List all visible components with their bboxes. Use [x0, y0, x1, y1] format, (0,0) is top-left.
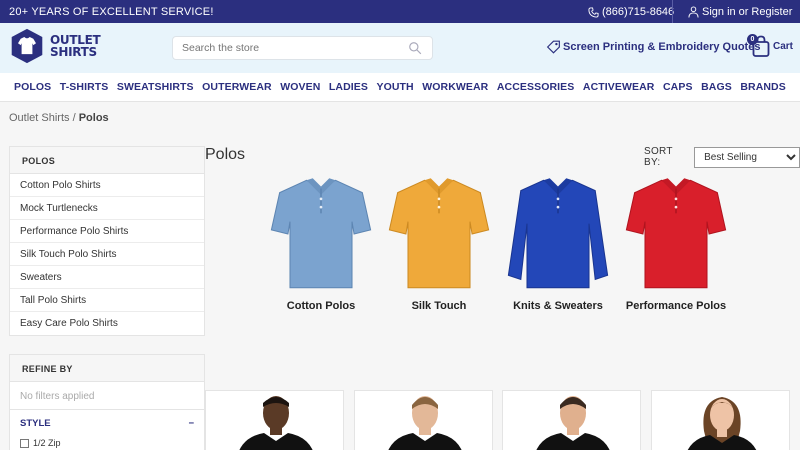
filter-option-label: 1/2 Zip — [33, 438, 61, 448]
product-card[interactable] — [502, 390, 641, 450]
sidebar-item-mock-turtlenecks[interactable]: Mock Turtlenecks — [10, 197, 204, 220]
search-box — [172, 36, 433, 60]
quotes-label: Screen Printing & Embroidery Quotes — [563, 41, 761, 53]
promo-text: 20+ YEARS OF EXCELLENT SERVICE! — [9, 6, 214, 18]
top-bar: 20+ YEARS OF EXCELLENT SERVICE! (866)715… — [0, 0, 800, 23]
product-card[interactable] — [651, 390, 790, 450]
style-filter-label: STYLE — [20, 418, 51, 429]
cart-link[interactable]: 0 Cart — [747, 34, 794, 57]
product-grid — [205, 390, 800, 450]
search-input[interactable] — [173, 37, 393, 59]
sidebar-heading: POLOS — [10, 147, 204, 174]
category-name: Silk Touch — [411, 300, 467, 312]
category-name: Cotton Polos — [286, 300, 356, 312]
sidebar-item-tall-polo-shirts[interactable]: Tall Polo Shirts — [10, 289, 204, 312]
sort-select[interactable]: Best Selling — [694, 146, 800, 168]
nav-sweatshirts[interactable]: SWEATSHIRTS — [117, 81, 194, 93]
sort-label: SORT BY: — [644, 146, 673, 168]
category-name: Knits & Sweaters — [513, 300, 603, 312]
shirt-logo-icon — [11, 28, 43, 64]
nav-brands[interactable]: BRANDS — [740, 81, 786, 93]
product-card[interactable] — [205, 390, 344, 450]
sidebar-item-sweaters[interactable]: Sweaters — [10, 266, 204, 289]
cotton-polo-image — [270, 178, 372, 289]
performance-polo-image — [625, 178, 727, 289]
style-filter-toggle[interactable]: STYLE − — [10, 410, 204, 436]
collapse-icon[interactable]: − — [188, 418, 194, 436]
site-logo[interactable]: OUTLET SHIRTS — [9, 28, 101, 64]
breadcrumb-current: Polos — [78, 112, 109, 124]
refine-panel: REFINE BY No filters applied STYLE − 1/2… — [9, 354, 205, 450]
main-nav: POLOS T-SHIRTS SWEATSHIRTS OUTERWEAR WOV… — [0, 73, 800, 102]
quotes-link[interactable]: Screen Printing & Embroidery Quotes — [546, 40, 760, 54]
breadcrumb-separator: / — [72, 112, 76, 124]
checkbox[interactable] — [20, 438, 29, 448]
category-name: Performance Polos — [625, 300, 727, 312]
topbar-divider — [672, 0, 673, 23]
nav-bags[interactable]: BAGS — [701, 81, 732, 93]
nav-polos[interactable]: POLOS — [14, 81, 51, 93]
category-tile-silk-touch[interactable]: Silk Touch — [381, 172, 497, 314]
knit-sweater-image — [507, 178, 609, 289]
search-icon[interactable] — [408, 41, 422, 55]
or-text: or — [738, 6, 749, 18]
nav-activewear[interactable]: ACTIVEWEAR — [583, 81, 655, 93]
cart-label: Cart — [773, 40, 794, 52]
sidebar-item-performance-polo-shirts[interactable]: Performance Polo Shirts — [10, 220, 204, 243]
sidebar-item-easy-care-polo-shirts[interactable]: Easy Care Polo Shirts — [10, 312, 204, 335]
sort-control: SORT BY: Best Selling — [644, 146, 800, 168]
refine-heading: REFINE BY — [10, 355, 204, 382]
phone-number: (866)715-8646 — [602, 6, 675, 18]
tag-icon — [546, 40, 560, 54]
filter-option-half-zip[interactable]: 1/2 Zip — [10, 436, 204, 448]
nav-accessories[interactable]: ACCESSORIES — [497, 81, 575, 93]
logo-wordmark: OUTLET SHIRTS — [50, 33, 101, 59]
nav-youth[interactable]: YOUTH — [376, 81, 413, 93]
sign-in-link[interactable]: Sign in — [702, 6, 736, 18]
register-link[interactable]: Register — [751, 6, 792, 18]
product-card[interactable] — [354, 390, 493, 450]
category-tile-performance-polos[interactable]: Performance Polos — [618, 172, 734, 314]
nav-caps[interactable]: CAPS — [663, 81, 693, 93]
product-model-image — [687, 397, 757, 450]
nav-t-shirts[interactable]: T-SHIRTS — [60, 81, 109, 93]
phone-icon — [588, 6, 599, 18]
nav-workwear[interactable]: WORKWEAR — [422, 81, 488, 93]
category-tile-knits-sweaters[interactable]: Knits & Sweaters — [500, 172, 616, 314]
no-filters-text: No filters applied — [10, 382, 204, 410]
user-icon — [688, 6, 699, 18]
product-model-image — [536, 396, 610, 450]
sidebar-categories: POLOS Cotton Polo Shirts Mock Turtleneck… — [9, 146, 205, 336]
site-header: OUTLET SHIRTS Screen Printing & Embroide… — [0, 23, 800, 73]
silk-touch-polo-image — [388, 178, 490, 289]
sidebar-item-cotton-polo-shirts[interactable]: Cotton Polo Shirts — [10, 174, 204, 197]
breadcrumb: Outlet Shirts / Polos — [9, 112, 109, 124]
nav-woven[interactable]: WOVEN — [280, 81, 320, 93]
account-links: Sign in or Register — [688, 6, 792, 18]
nav-ladies[interactable]: LADIES — [329, 81, 368, 93]
cart-count-badge: 0 — [747, 34, 758, 45]
breadcrumb-home-link[interactable]: Outlet Shirts — [9, 112, 70, 124]
phone-link[interactable]: (866)715-8646 — [588, 6, 674, 18]
category-tile-cotton-polos[interactable]: Cotton Polos — [263, 172, 379, 314]
product-model-image — [239, 396, 313, 450]
nav-outerwear[interactable]: OUTERWEAR — [202, 81, 272, 93]
sidebar-item-silk-touch-polo-shirts[interactable]: Silk Touch Polo Shirts — [10, 243, 204, 266]
page-title: Polos — [205, 146, 246, 163]
product-model-image — [388, 396, 462, 450]
